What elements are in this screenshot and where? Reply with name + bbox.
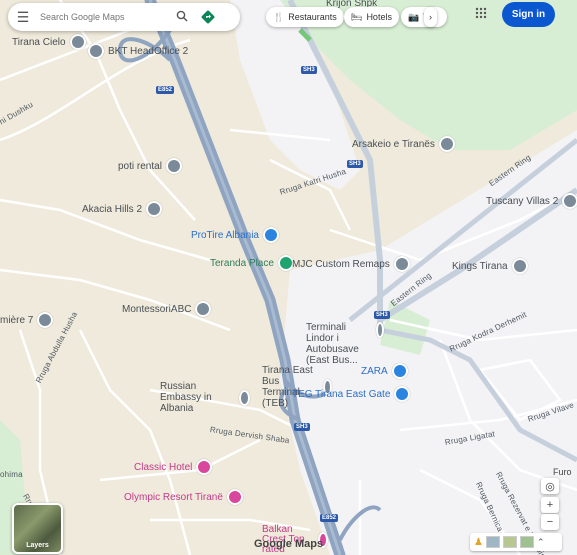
poi-furo[interactable]: Furo <box>553 467 572 477</box>
poi-protire-albania[interactable]: ProTire Albania <box>191 227 279 243</box>
bus-station-icon <box>375 322 384 338</box>
car-rental-icon <box>165 158 182 174</box>
poi-russian-embassy[interactable]: Russian Embassy in Albania <box>160 381 250 414</box>
road-shield: SH3 <box>294 423 310 431</box>
apps-grid-icon[interactable] <box>472 7 490 25</box>
location-pin-icon <box>562 193 577 209</box>
location-pin-icon <box>511 258 528 274</box>
fork-knife-icon: 🍴 <box>273 11 285 22</box>
poi-teranda-place[interactable]: Teranda Place <box>210 255 294 271</box>
location-pin-icon <box>88 43 104 59</box>
school-icon <box>195 301 212 317</box>
camera-icon: 📷 <box>408 11 420 22</box>
poi-label: ProTire Albania <box>191 229 259 241</box>
poi-arsakeio[interactable]: Arsakeio e Tiranës <box>352 136 455 152</box>
my-location-button[interactable]: ◎ <box>541 478 559 494</box>
shopping-bag-icon <box>263 227 279 243</box>
road-shield: SH3 <box>347 160 363 168</box>
location-pin-icon <box>146 201 163 217</box>
chip-restaurants[interactable]: 🍴 Restaurants <box>266 7 344 27</box>
map-base <box>0 0 577 555</box>
school-icon <box>438 136 455 152</box>
menu-icon[interactable]: ☰ <box>8 9 38 26</box>
poi-teg-tirana-east-gate[interactable]: TEG Tirana East Gate <box>292 386 411 402</box>
location-pin-icon <box>69 34 86 50</box>
terrain-thumbnail-icon[interactable] <box>502 536 517 548</box>
chips-scroll-right-button[interactable]: › <box>424 7 437 27</box>
poi-label: Olympic Resort Tiranë <box>124 491 223 503</box>
imagery-thumbnail-icon[interactable] <box>485 536 500 548</box>
minus-icon: − <box>546 516 554 528</box>
poi-label: poti rental <box>118 160 162 172</box>
chip-hotels[interactable]: 🛏 Hotels <box>344 7 399 27</box>
poi-tuscany-villas[interactable]: Tuscany Villas 2 <box>486 193 577 209</box>
poi-label: Tirana Cielo <box>12 36 66 48</box>
search-input[interactable] <box>38 11 172 23</box>
road-shield: SH3 <box>374 311 390 319</box>
street-label: ohima <box>0 470 23 479</box>
poi-label: Teranda Place <box>210 257 274 269</box>
shopping-bag-icon <box>391 363 408 379</box>
sign-in-button[interactable]: Sign in <box>502 2 555 27</box>
poi-mjc-custom-remaps[interactable]: MJC Custom Remaps <box>292 256 410 272</box>
shopping-bag-icon <box>394 386 411 402</box>
layers-label: Layers <box>26 542 49 549</box>
poi-classic-hotel[interactable]: Classic Hotel <box>134 459 213 475</box>
hotel-bed-icon <box>226 489 243 505</box>
zoom-out-button[interactable]: − <box>541 514 559 530</box>
poi-label: MJC Custom Remaps <box>292 258 390 270</box>
poi-label: ZARA <box>361 365 388 377</box>
road-shield: SH3 <box>301 66 317 74</box>
embassy-icon <box>238 389 250 406</box>
google-maps-logo: Google Maps <box>254 538 324 550</box>
search-box[interactable]: ☰ <box>8 3 240 31</box>
chip-label: Restaurants <box>288 12 337 22</box>
chevron-right-icon: › <box>429 12 432 22</box>
poi-label: Akacia Hills 2 <box>82 203 143 215</box>
poi-label: TEG Tirana East Gate <box>292 388 391 400</box>
poi-label: MontessoriABC <box>122 303 192 315</box>
zoom-in-button[interactable]: + <box>541 497 559 513</box>
poi-montessoriabc[interactable]: MontessoriABC <box>122 301 212 317</box>
bed-icon: 🛏 <box>351 11 363 22</box>
poi-label: Kings Tirana <box>452 260 508 272</box>
poi-label: Arsakeio e Tiranës <box>352 138 435 150</box>
location-pin-icon <box>393 256 410 272</box>
location-pin-icon <box>37 312 54 328</box>
directions-icon[interactable] <box>198 7 218 27</box>
collapse-up-icon[interactable]: ⌃ <box>537 537 545 548</box>
layers-button[interactable]: Layers <box>12 503 63 554</box>
poi-terminali-lindor[interactable]: Terminali Lindor i Autobusave (East Bus.… <box>306 322 384 366</box>
poi-label: Terminali Lindor i Autobusave (East Bus.… <box>306 322 359 366</box>
poi-olympic-resort[interactable]: Olympic Resort Tiranë <box>124 489 243 505</box>
poi-label: Russian Embassy in Albania <box>160 381 212 414</box>
poi-kings-tirana[interactable]: Kings Tirana <box>452 258 528 274</box>
poi-label: Classic Hotel <box>134 461 193 473</box>
bottom-toolbar[interactable]: ♟ ⌃ <box>470 533 562 551</box>
poi-label: mière 7 <box>0 314 34 326</box>
poi-label: Tuscany Villas 2 <box>486 195 559 207</box>
hotel-bed-icon <box>196 459 213 475</box>
satellite-thumbnail-icon[interactable] <box>519 536 534 548</box>
map-canvas[interactable]: Krijon Shpk Tirana Cielo BKT HeadOffice … <box>0 0 577 555</box>
poi-zara[interactable]: ZARA <box>361 363 408 379</box>
chip-label: Hotels <box>366 12 392 22</box>
poi-tirana-cielo[interactable]: Tirana Cielo <box>12 34 86 50</box>
plus-icon: + <box>546 499 554 511</box>
road-shield: E852 <box>320 514 339 522</box>
poi-bkt-headoffice[interactable]: BKT HeadOffice 2 <box>88 43 188 59</box>
poi-poti-rental[interactable]: poti rental <box>118 158 182 174</box>
poi-label: BKT HeadOffice 2 <box>108 45 189 57</box>
road-shield: E852 <box>156 86 175 94</box>
poi-premiere-7[interactable]: mière 7 <box>0 312 54 328</box>
crosshair-icon: ◎ <box>545 480 555 493</box>
poi-akacia-hills[interactable]: Akacia Hills 2 <box>82 201 163 217</box>
pegman-icon[interactable]: ♟ <box>474 537 483 548</box>
search-icon[interactable] <box>172 10 192 25</box>
